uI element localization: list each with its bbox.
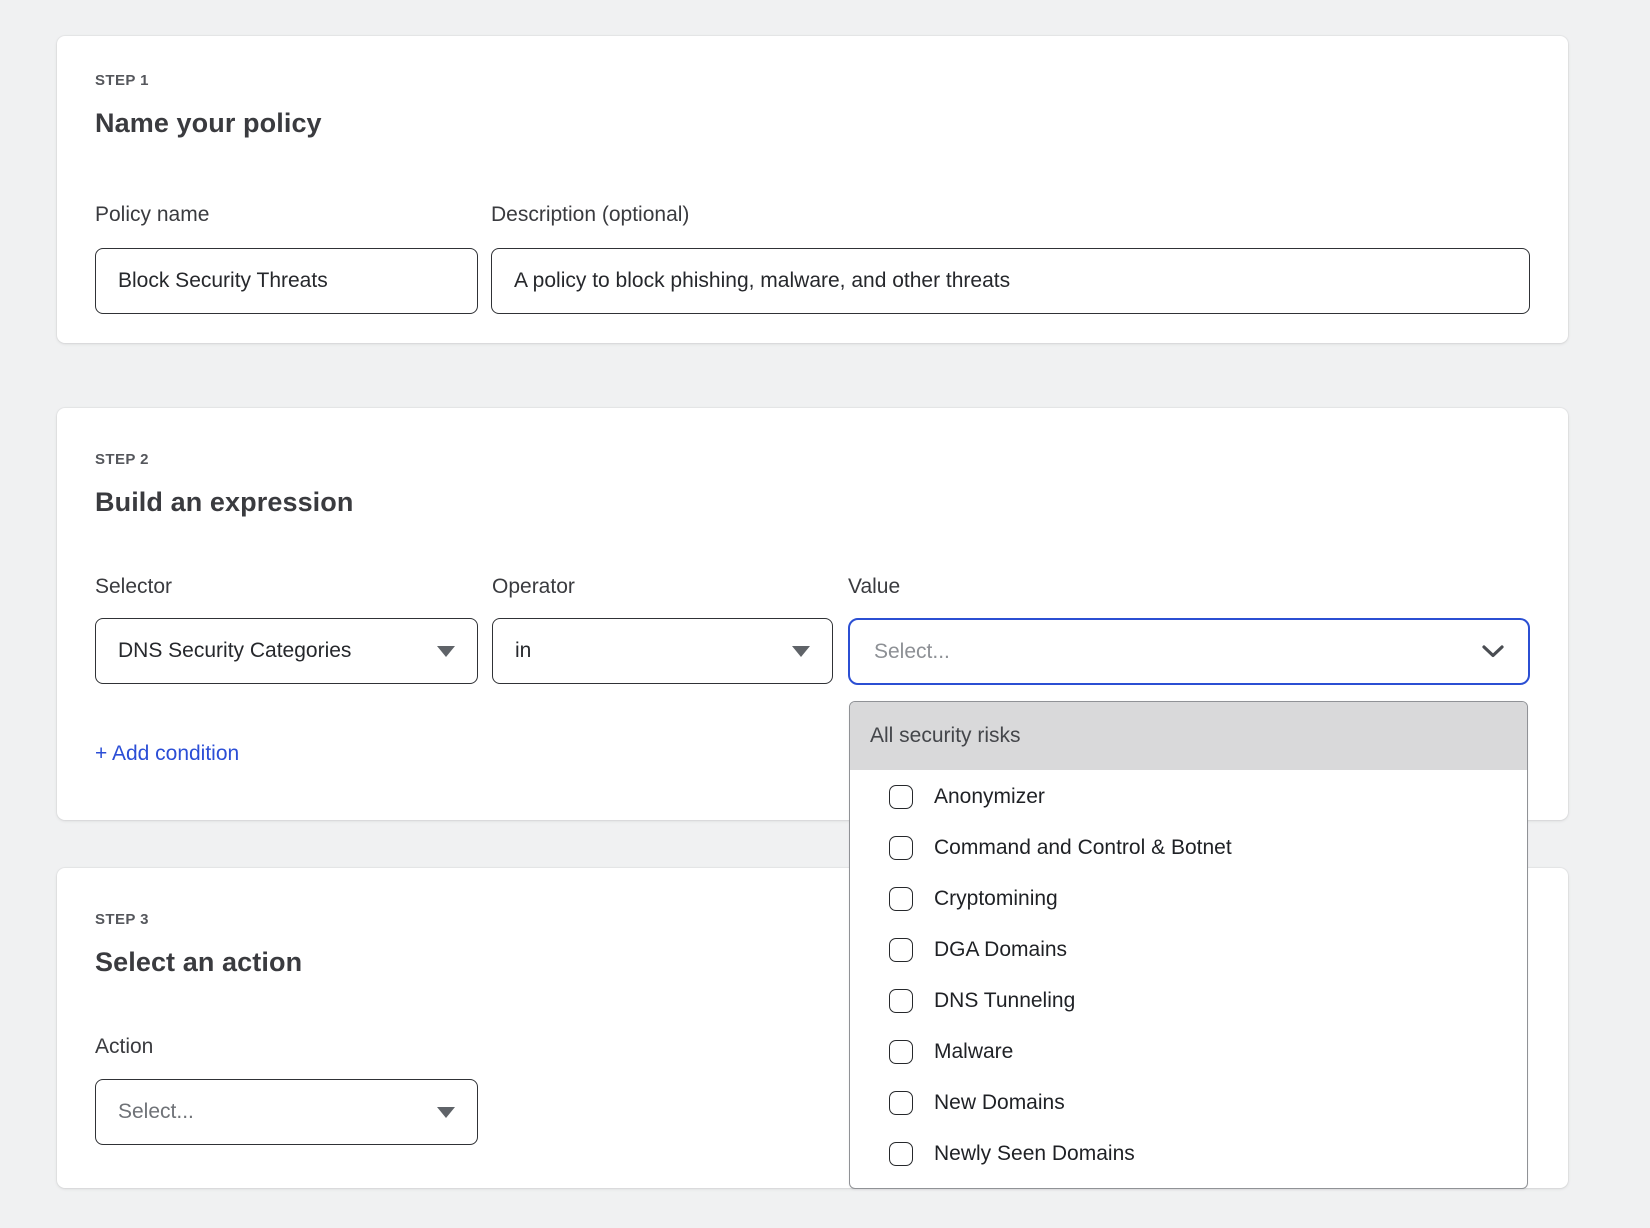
policy-name-value: Block Security Threats <box>118 269 328 293</box>
dropdown-option[interactable]: Cryptomining <box>850 873 1527 924</box>
step2-title: Build an expression <box>95 487 353 518</box>
action-select[interactable]: Select... <box>95 1079 478 1145</box>
checkbox-unchecked-icon[interactable] <box>889 989 913 1013</box>
policy-builder-page: STEP 1 Name your policy Policy name Desc… <box>0 0 1650 1228</box>
checkbox-unchecked-icon[interactable] <box>889 836 913 860</box>
checkbox-unchecked-icon[interactable] <box>889 887 913 911</box>
caret-down-icon <box>437 646 455 657</box>
value-placeholder: Select... <box>874 640 950 664</box>
dropdown-option[interactable]: New Domains <box>850 1077 1527 1128</box>
chevron-down-icon <box>1482 645 1504 658</box>
dropdown-option-label: New Domains <box>934 1091 1065 1115</box>
checkbox-unchecked-icon[interactable] <box>889 1040 913 1064</box>
value-label: Value <box>848 575 900 599</box>
value-dropdown-options: Anonymizer Command and Control & Botnet Cr… <box>850 770 1527 1179</box>
dropdown-option-label: Malware <box>934 1040 1013 1064</box>
value-multiselect[interactable]: Select... <box>848 618 1530 685</box>
dropdown-select-all-option[interactable]: All security risks <box>850 702 1527 770</box>
selector-select[interactable]: DNS Security Categories <box>95 618 478 684</box>
dropdown-option[interactable]: Newly Seen Domains <box>850 1128 1527 1179</box>
caret-down-icon <box>792 646 810 657</box>
checkbox-unchecked-icon[interactable] <box>889 785 913 809</box>
operator-label: Operator <box>492 575 575 599</box>
dropdown-option[interactable]: Malware <box>850 1026 1527 1077</box>
dropdown-option-label: DNS Tunneling <box>934 989 1075 1013</box>
checkbox-unchecked-icon[interactable] <box>889 938 913 962</box>
dropdown-option-label: Anonymizer <box>934 785 1045 809</box>
operator-select[interactable]: in <box>492 618 833 684</box>
caret-down-icon <box>437 1107 455 1118</box>
dropdown-option[interactable]: Anonymizer <box>850 771 1527 822</box>
action-select-placeholder: Select... <box>118 1100 194 1124</box>
description-label: Description (optional) <box>491 203 689 227</box>
checkbox-unchecked-icon[interactable] <box>889 1142 913 1166</box>
add-condition-link[interactable]: + Add condition <box>95 742 239 766</box>
dropdown-option-label: Newly Seen Domains <box>934 1142 1135 1166</box>
operator-select-value: in <box>515 639 531 663</box>
dropdown-option[interactable]: DGA Domains <box>850 924 1527 975</box>
policy-name-input[interactable]: Block Security Threats <box>95 248 478 314</box>
step2-eyebrow: STEP 2 <box>95 451 149 468</box>
description-value: A policy to block phishing, malware, and… <box>514 269 1010 293</box>
checkbox-unchecked-icon[interactable] <box>889 1091 913 1115</box>
step1-card: STEP 1 Name your policy Policy name Desc… <box>57 36 1568 343</box>
step3-title: Select an action <box>95 947 302 978</box>
step1-eyebrow: STEP 1 <box>95 72 149 89</box>
dropdown-option-label: Cryptomining <box>934 887 1058 911</box>
selector-label: Selector <box>95 575 172 599</box>
step1-title: Name your policy <box>95 108 322 139</box>
step3-eyebrow: STEP 3 <box>95 911 149 928</box>
dropdown-option[interactable]: DNS Tunneling <box>850 975 1527 1026</box>
dropdown-option-label: DGA Domains <box>934 938 1067 962</box>
value-dropdown-panel: All security risks Anonymizer Command and… <box>849 701 1528 1189</box>
description-input[interactable]: A policy to block phishing, malware, and… <box>491 248 1530 314</box>
action-label: Action <box>95 1035 153 1059</box>
policy-name-label: Policy name <box>95 203 209 227</box>
selector-select-value: DNS Security Categories <box>118 639 351 663</box>
dropdown-option-label: Command and Control & Botnet <box>934 836 1232 860</box>
dropdown-option[interactable]: Command and Control & Botnet <box>850 822 1527 873</box>
